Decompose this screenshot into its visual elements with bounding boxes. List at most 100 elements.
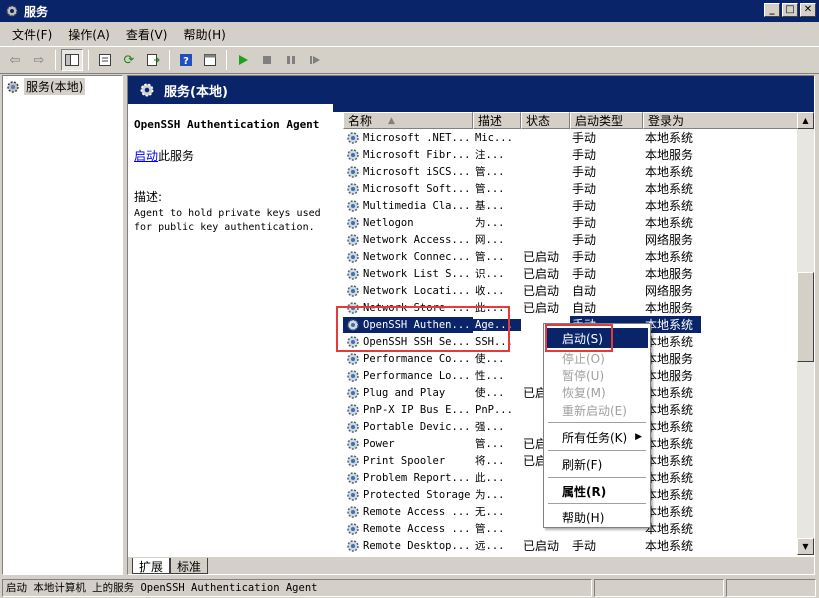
menu-separator — [548, 422, 646, 423]
table-row[interactable]: Microsoft Fibr... 注... 手动 本地服务 — [343, 146, 814, 163]
column-header-description[interactable]: 描述 — [473, 112, 521, 129]
forward-arrow-icon[interactable]: ⇨ — [28, 49, 50, 71]
table-row[interactable]: Network Access... 网... 手动 网络服务 — [343, 231, 814, 248]
menu-help[interactable]: 帮助(H) — [175, 26, 233, 43]
menu-separator — [548, 503, 646, 504]
service-logon-cell: 本地系统 — [645, 250, 694, 264]
start-service-icon[interactable] — [232, 49, 254, 71]
menu-separator — [548, 450, 646, 451]
service-name-cell: Performance Lo... — [343, 368, 473, 384]
column-header-status[interactable]: 状态 — [521, 112, 570, 129]
pause-service-icon[interactable] — [280, 49, 302, 71]
table-row[interactable]: Multimedia Cla... 基... 手动 本地系统 — [343, 197, 814, 214]
table-row[interactable]: Network Connec... 管... 已启动 手动 本地系统 — [343, 248, 814, 265]
service-name-cell: Netlogon — [343, 215, 473, 231]
service-startup-cell: 手动 — [572, 233, 597, 247]
service-name-cell: Print Spooler — [343, 453, 473, 469]
table-row[interactable]: Microsoft iSCS... 管... 手动 本地系统 — [343, 163, 814, 180]
service-gear-icon — [347, 199, 359, 212]
table-row[interactable]: Remote Desktop... 远... 已启动 手动 本地系统 — [343, 537, 814, 554]
console-tree: 服务(本地) — [2, 75, 123, 575]
service-startup-cell: 手动 — [572, 131, 597, 145]
service-status-cell: 已启动 — [523, 267, 560, 281]
maximize-button[interactable]: □ — [782, 3, 798, 17]
help-icon[interactable]: ? — [175, 49, 197, 71]
show-tree-icon[interactable] — [61, 49, 83, 71]
vertical-scrollbar[interactable]: ▲ ▼ — [797, 112, 814, 555]
stop-service-icon[interactable] — [256, 49, 278, 71]
services-gear-icon — [6, 5, 18, 17]
service-desc-cell: 注... — [475, 149, 505, 161]
service-gear-icon — [347, 488, 359, 501]
service-name-cell: Microsoft .NET... — [343, 130, 473, 146]
table-row[interactable]: Network Locati... 收... 已启动 自动 网络服务 — [343, 282, 814, 299]
column-header-name[interactable]: 名称 ▲ — [343, 112, 473, 129]
service-logon-cell: 本地系统 — [645, 488, 694, 502]
service-desc-cell: 为... — [475, 217, 505, 229]
service-logon-cell: 本地系统 — [645, 165, 694, 179]
back-arrow-icon[interactable]: ⇦ — [4, 49, 26, 71]
pane-title: 服务(本地) — [164, 84, 228, 100]
service-logon-cell: 网络服务 — [645, 284, 694, 298]
service-logon-cell: 本地服务 — [645, 301, 694, 315]
start-service-link[interactable]: 启动 — [134, 149, 158, 163]
close-button[interactable]: ✕ — [800, 3, 816, 17]
menu-item-properties[interactable]: 属性(R) — [546, 481, 648, 501]
submenu-arrow-icon: ▶ — [635, 432, 642, 442]
service-description-panel: OpenSSH Authentication Agent 启动此服务 描述: A… — [134, 118, 334, 235]
tab-extended[interactable]: 扩展 — [132, 558, 171, 574]
scroll-down-button[interactable]: ▼ — [797, 538, 814, 555]
table-row[interactable]: Network List S... 识... 已启动 手动 本地服务 — [343, 265, 814, 282]
service-desc-cell: 使... — [475, 353, 505, 365]
service-logon-cell: 本地系统 — [645, 216, 694, 230]
service-logon-cell: 本地系统 — [645, 131, 694, 145]
table-row[interactable]: Microsoft .NET... Mic... 手动 本地系统 — [343, 129, 814, 146]
service-name-cell: Problem Report... — [343, 470, 473, 486]
service-name-cell: Network Access... — [343, 232, 473, 248]
status-panel-2 — [594, 578, 724, 597]
menu-item-help[interactable]: 帮助(H) — [546, 507, 648, 527]
table-row[interactable]: Microsoft Soft... 管... 手动 本地系统 — [343, 180, 814, 197]
service-startup-cell: 手动 — [572, 182, 597, 196]
service-logon-cell: 本地系统 — [645, 182, 694, 196]
service-desc-cell: 管... — [475, 438, 505, 450]
menu-item-all-tasks[interactable]: 所有任务(K) ▶ — [546, 427, 648, 447]
service-name-cell: Power — [343, 436, 473, 452]
highlight-box-start — [545, 324, 613, 352]
services-gear-icon — [7, 80, 19, 93]
status-text: 启动 本地计算机 上的服务 OpenSSH Authentication Age… — [2, 578, 592, 597]
properties-sheet-icon[interactable] — [94, 49, 116, 71]
table-row[interactable]: Netlogon 为... 手动 本地系统 — [343, 214, 814, 231]
service-name-cell: Microsoft Soft... — [343, 181, 473, 197]
restart-service-icon[interactable] — [304, 49, 326, 71]
scroll-up-button[interactable]: ▲ — [797, 112, 814, 129]
service-desc-cell: PnP... — [475, 403, 513, 416]
service-logon-cell: 本地服务 — [645, 267, 694, 281]
service-name-cell: Remote Desktop... — [343, 538, 473, 554]
tab-standard[interactable]: 标准 — [170, 558, 209, 574]
tree-node-services-local[interactable]: 服务(本地) — [3, 76, 122, 97]
service-gear-icon — [347, 386, 359, 399]
menu-action[interactable]: 操作(A) — [60, 26, 118, 43]
menu-item-refresh[interactable]: 刷新(F) — [546, 454, 648, 474]
service-status-cell: 已启动 — [523, 284, 560, 298]
service-desc-cell: 无... — [475, 506, 505, 518]
menu-view[interactable]: 查看(V) — [118, 26, 176, 43]
service-desc-cell: 网... — [475, 234, 505, 246]
export-list-icon[interactable] — [142, 49, 164, 71]
services-gear-icon — [140, 83, 154, 97]
service-gear-icon — [347, 284, 359, 297]
service-desc-cell: 为... — [475, 489, 505, 501]
menu-file[interactable]: 文件(F) — [4, 26, 60, 43]
service-logon-cell: 本地系统 — [645, 539, 694, 553]
column-header-startup-type[interactable]: 启动类型 — [570, 112, 643, 129]
service-startup-cell: 手动 — [572, 148, 597, 162]
column-header-logon-as[interactable]: 登录为 — [643, 112, 814, 129]
console-view-icon[interactable] — [199, 49, 221, 71]
scroll-thumb[interactable] — [797, 272, 814, 362]
service-name-cell: Plug and Play — [343, 385, 473, 401]
minimize-button[interactable]: _ — [764, 3, 780, 17]
service-logon-cell: 本地服务 — [645, 148, 694, 162]
refresh-icon[interactable]: ⟳ — [118, 49, 140, 71]
service-logon-cell: 本地服务 — [645, 352, 694, 366]
